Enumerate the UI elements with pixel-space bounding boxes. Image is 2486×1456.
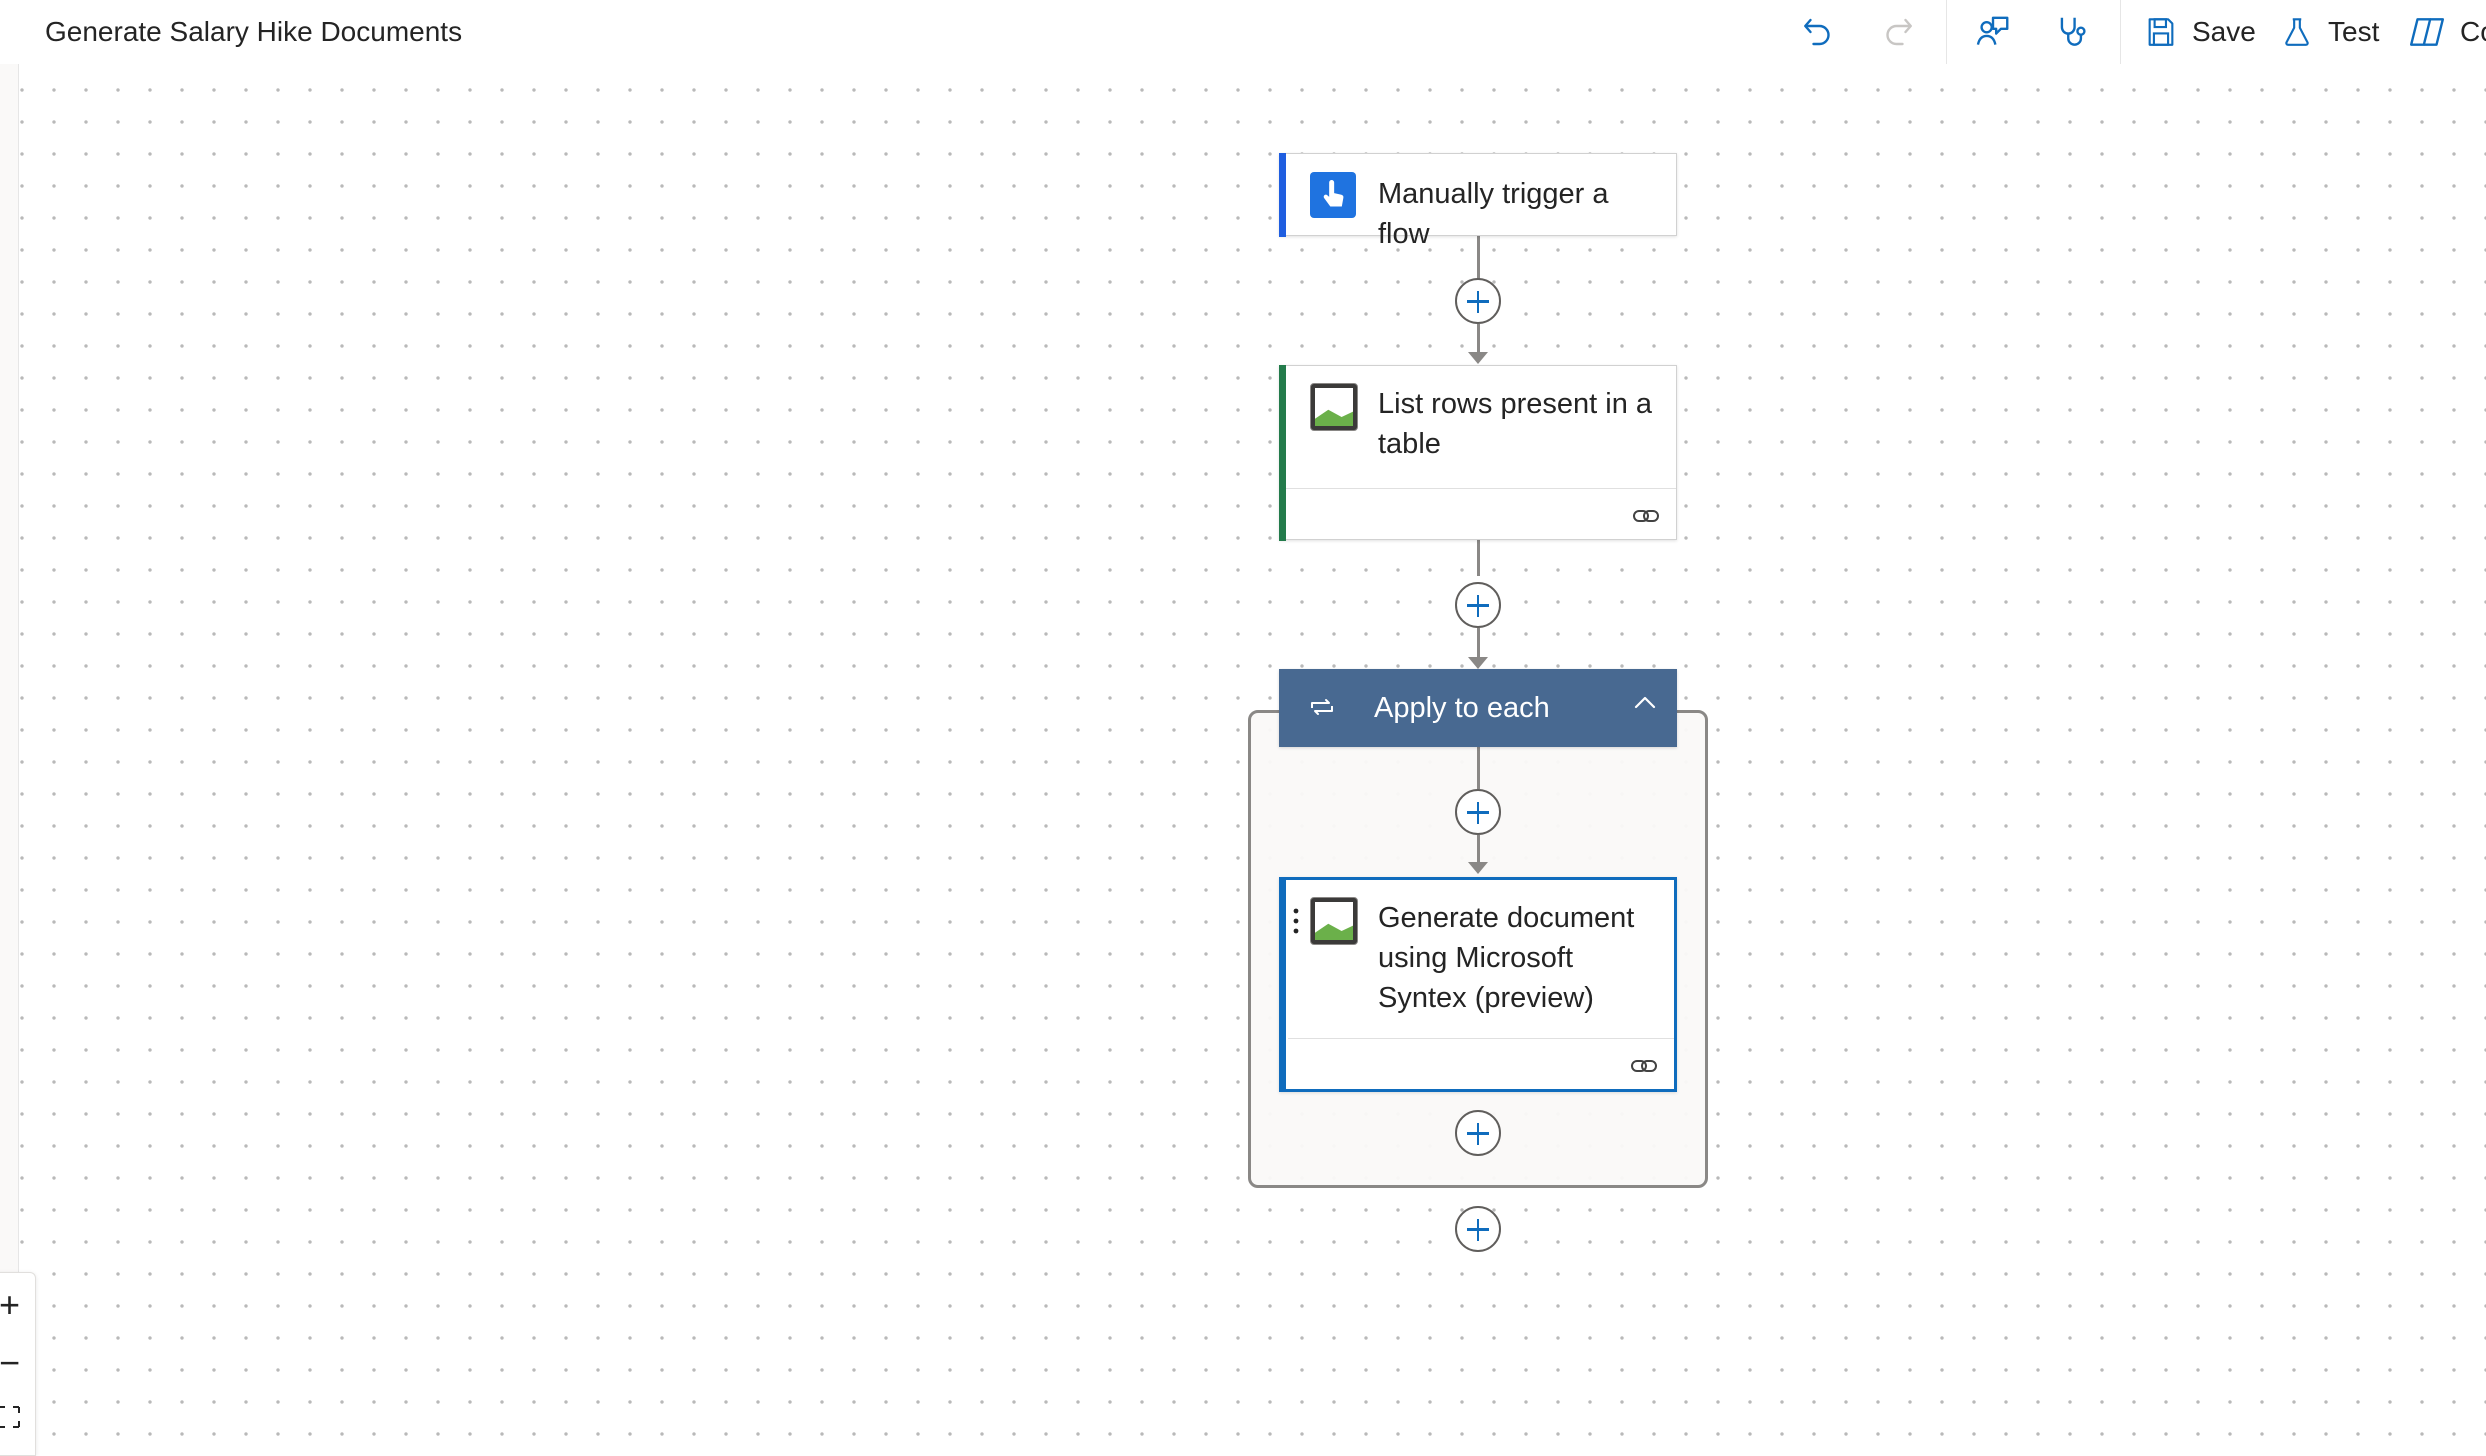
toolbar-divider xyxy=(2120,0,2121,64)
undo-icon xyxy=(1804,18,1830,46)
card-accent xyxy=(1278,152,1286,237)
link-icon[interactable] xyxy=(1630,1055,1658,1077)
add-step-button[interactable] xyxy=(1455,1206,1501,1252)
trigger-card[interactable]: Manually trigger a flow xyxy=(1278,152,1677,250)
chevron-up-icon[interactable] xyxy=(1631,691,1659,715)
fit-view-icon[interactable] xyxy=(0,1403,21,1431)
flow-checker-button[interactable] xyxy=(2054,6,2092,58)
save-button[interactable]: Save xyxy=(2144,6,2256,58)
add-step-button[interactable] xyxy=(1455,1110,1501,1156)
redo-icon xyxy=(1886,18,1912,46)
copilot-button[interactable]: Co xyxy=(2408,6,2486,58)
canvas-left-edge xyxy=(0,64,19,1454)
hand-touch-icon xyxy=(1310,172,1356,218)
loop-icon xyxy=(1311,699,1333,715)
zoom-controls: + − xyxy=(0,1272,36,1456)
copilot-label: Co xyxy=(2460,16,2486,47)
list-rows-label: List rows present in a table xyxy=(1378,388,1653,460)
copilot-icon xyxy=(2409,18,2445,46)
apply-to-each-header[interactable]: Apply to each xyxy=(1279,669,1677,747)
add-step-button[interactable] xyxy=(1455,789,1501,835)
generate-document-label: Generate document using Microsoft Syntex… xyxy=(1378,902,1635,1014)
zoom-in-button[interactable]: + xyxy=(0,1287,33,1323)
link-icon[interactable] xyxy=(1632,505,1660,527)
header-bar: Generate Salary Hike Documents Save Test… xyxy=(0,0,2486,65)
card-footer xyxy=(1286,488,1676,539)
broken-image-icon xyxy=(1310,383,1358,431)
connector-line xyxy=(1477,835,1480,862)
card-accent xyxy=(1279,877,1286,1092)
drag-handle-icon[interactable] xyxy=(1292,906,1300,936)
generate-document-card[interactable]: Generate document using Microsoft Syntex… xyxy=(1279,877,1677,1092)
undo-button[interactable] xyxy=(1800,6,1836,58)
arrow-head xyxy=(1468,862,1488,874)
card-accent xyxy=(1278,364,1286,541)
add-step-button[interactable] xyxy=(1455,278,1501,324)
stethoscope-icon xyxy=(2060,17,2086,46)
test-label: Test xyxy=(2328,16,2380,47)
save-label: Save xyxy=(2192,16,2256,47)
zoom-out-button[interactable]: − xyxy=(0,1345,33,1381)
card-footer xyxy=(1288,1038,1674,1089)
connector-line xyxy=(1477,540,1480,576)
trigger-label: Manually trigger a flow xyxy=(1378,178,1609,250)
connector-line xyxy=(1477,324,1480,352)
connector-line xyxy=(1477,628,1480,657)
redo-button[interactable] xyxy=(1880,6,1916,58)
flow-title: Generate Salary Hike Documents xyxy=(45,16,463,47)
test-button[interactable]: Test xyxy=(2280,6,2379,58)
apply-to-each-label: Apply to each xyxy=(1374,692,1550,724)
flask-icon xyxy=(2285,18,2309,46)
list-rows-card[interactable]: List rows present in a table xyxy=(1278,364,1677,541)
toolbar-divider xyxy=(1946,0,1947,64)
comments-button[interactable] xyxy=(1974,6,2012,58)
broken-image-icon xyxy=(1310,897,1358,945)
flow-canvas[interactable] xyxy=(0,64,2486,1454)
person-feedback-icon xyxy=(1976,16,2009,45)
connector-line xyxy=(1477,747,1480,789)
add-step-button[interactable] xyxy=(1455,582,1501,628)
arrow-head xyxy=(1468,657,1488,669)
arrow-head xyxy=(1468,352,1488,364)
save-icon xyxy=(2148,18,2174,46)
